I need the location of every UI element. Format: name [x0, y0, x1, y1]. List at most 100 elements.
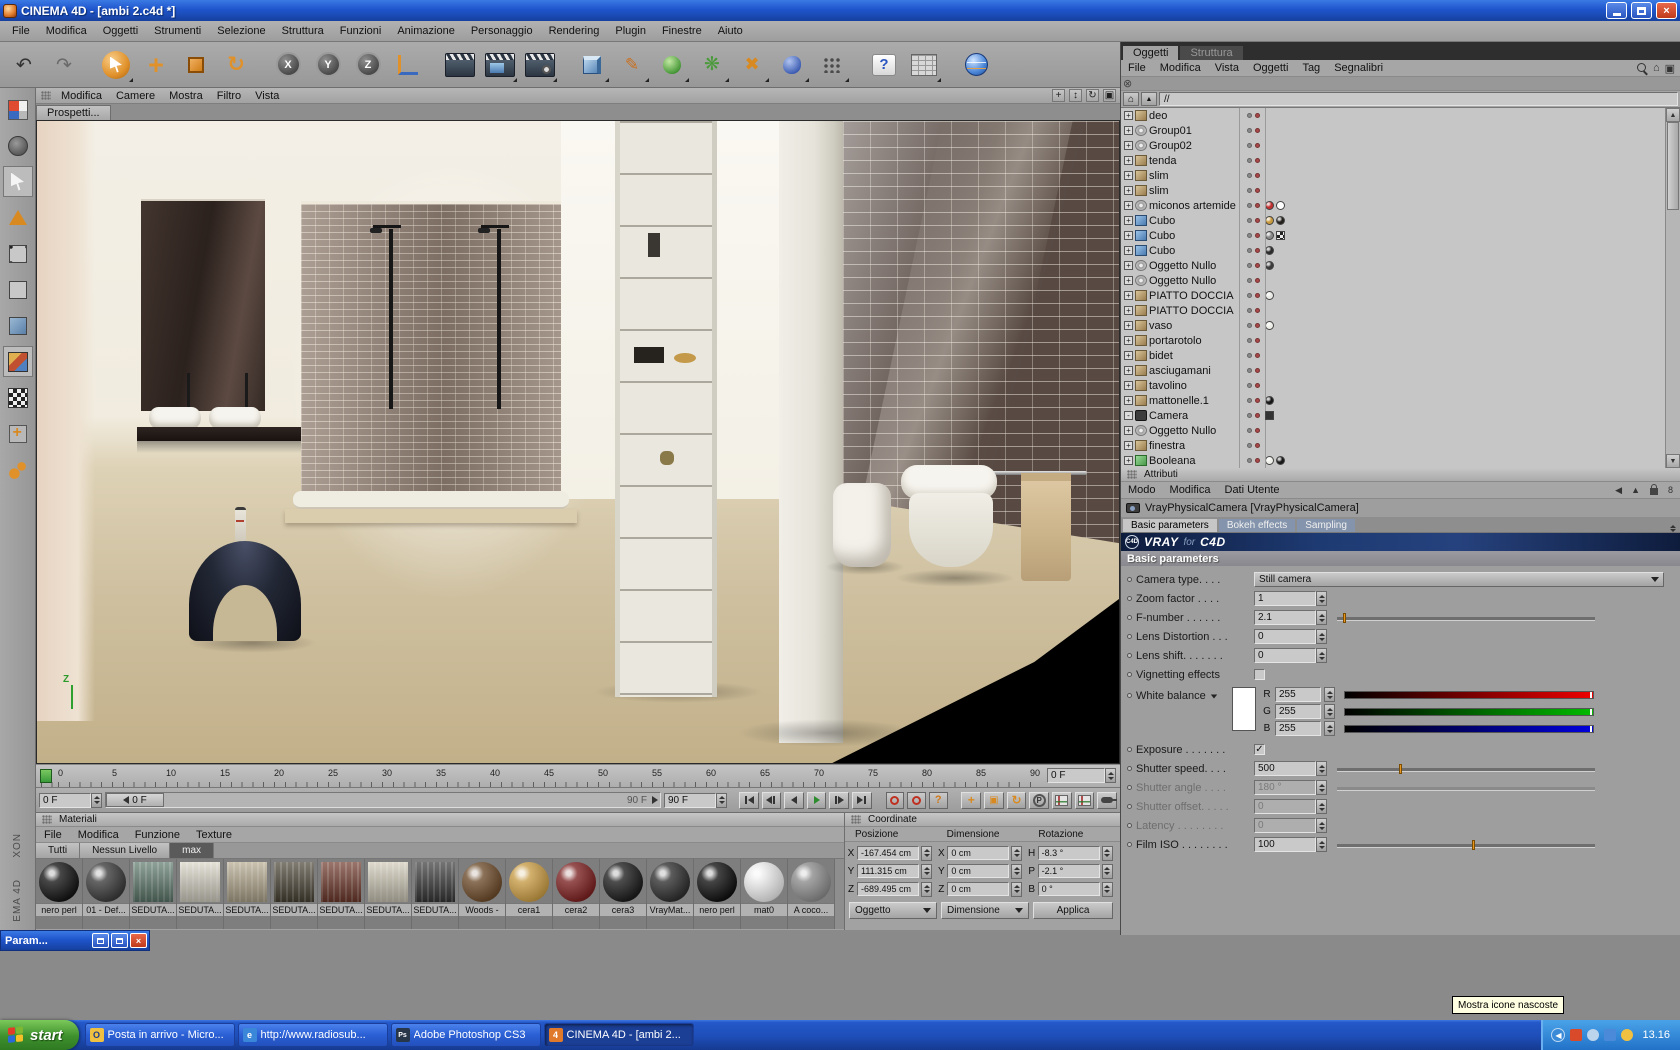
size-y-field[interactable]: 0 cm	[947, 864, 1010, 878]
taskbar-item[interactable]: CINEMA 4D - [ambi 2...	[543, 1023, 694, 1047]
expand-icon[interactable]: +	[1124, 231, 1133, 240]
rotation-h-field[interactable]: -8.3 °	[1037, 846, 1100, 860]
expand-icon[interactable]: +	[1124, 246, 1133, 255]
visibility-dots[interactable]	[1241, 458, 1265, 463]
material-item[interactable]: Woods -	[459, 859, 506, 929]
visibility-dots[interactable]	[1241, 173, 1265, 178]
object-tree-row[interactable]: + vaso	[1121, 318, 1680, 333]
tag-icon[interactable]	[1276, 201, 1285, 210]
object-tags[interactable]	[1265, 246, 1337, 255]
add-deformer-button[interactable]: ✖	[732, 45, 772, 85]
expand-icon[interactable]: +	[1124, 441, 1133, 450]
tag-icon[interactable]	[1265, 291, 1274, 300]
materials-menu-item[interactable]: Funzione	[127, 829, 188, 841]
coordinates-title-bar[interactable]: Coordinate	[845, 813, 1120, 827]
size-z-field[interactable]: 0 cm	[947, 882, 1010, 896]
expand-icon[interactable]: +	[1124, 336, 1133, 345]
tray-icon-volume[interactable]	[1587, 1029, 1600, 1041]
menu-item[interactable]: Rendering	[541, 23, 608, 39]
goto-end-button[interactable]	[852, 791, 872, 809]
tray-icon-update[interactable]	[1621, 1029, 1634, 1041]
lens-distortion-field[interactable]: 0	[1254, 629, 1316, 644]
orbit-view-icon[interactable]: ↻	[1086, 89, 1099, 102]
material-item[interactable]: SEDUTA...	[130, 859, 177, 929]
zoom-factor-field[interactable]: 1	[1254, 591, 1316, 606]
object-tree-row[interactable]: + Oggetto Nullo	[1121, 258, 1680, 273]
object-tree-row[interactable]: + Booleana	[1121, 453, 1680, 468]
frame-stepper[interactable]	[1105, 768, 1116, 783]
add-array-button[interactable]: ❋	[692, 45, 732, 85]
scrub-right-icon[interactable]	[652, 796, 658, 804]
visibility-dots[interactable]	[1241, 263, 1265, 268]
object-space-dropdown[interactable]: Oggetto	[849, 902, 937, 919]
visibility-dots[interactable]	[1241, 293, 1265, 298]
material-item[interactable]: 01 - Def...	[83, 859, 130, 929]
position-y-field[interactable]: 111.315 cm	[857, 864, 919, 878]
texture-axis-button[interactable]	[3, 382, 33, 413]
chevron-down-icon[interactable]	[1210, 694, 1217, 698]
expand-icon[interactable]: +	[1124, 381, 1133, 390]
render-dot[interactable]	[1254, 263, 1260, 268]
scroll-down-icon[interactable]: ▼	[1666, 454, 1680, 468]
render-dot[interactable]	[1254, 428, 1260, 433]
visibility-dots[interactable]	[1241, 353, 1265, 358]
object-tree-row[interactable]: + slim	[1121, 183, 1680, 198]
f-number-slider[interactable]	[1337, 612, 1595, 624]
tag-icon[interactable]	[1265, 246, 1274, 255]
visibility-dots[interactable]	[1241, 383, 1265, 388]
anim-dot-icon[interactable]	[1127, 672, 1132, 677]
editor-dot[interactable]	[1246, 428, 1252, 433]
scroll-up-icon[interactable]: ▲	[1666, 108, 1680, 122]
viewport-menu-item[interactable]: Camere	[109, 90, 162, 102]
add-particles-button[interactable]	[812, 45, 852, 85]
anim-dot-icon[interactable]	[1127, 615, 1132, 620]
apply-button[interactable]: Applica	[1033, 902, 1113, 919]
start-button[interactable]: start	[0, 1020, 79, 1050]
anim-dot-icon[interactable]	[1127, 766, 1132, 771]
f-number-field[interactable]: 2.1	[1254, 610, 1316, 625]
stepper[interactable]	[1316, 761, 1327, 776]
expand-icon[interactable]: +	[1124, 276, 1133, 285]
texture-mode-button[interactable]	[2, 346, 33, 377]
editor-dot[interactable]	[1246, 173, 1252, 178]
tab-all-materials[interactable]: Tutti	[36, 843, 81, 858]
film-iso-field[interactable]: 100	[1254, 837, 1316, 852]
path-up-button[interactable]: ▲	[1141, 92, 1157, 106]
content-browser-button[interactable]	[904, 45, 944, 85]
panel-grip-icon[interactable]	[42, 815, 52, 824]
render-dot[interactable]	[1254, 173, 1260, 178]
anim-dot-icon[interactable]	[1127, 596, 1132, 601]
maximize-button[interactable]	[1631, 2, 1652, 19]
object-tags[interactable]	[1265, 396, 1337, 405]
stepper[interactable]	[1324, 721, 1335, 736]
tray-icon-antivirus[interactable]	[1570, 1029, 1583, 1041]
white-balance-swatch[interactable]	[1232, 687, 1256, 731]
current-frame-field[interactable]: 0 F	[1047, 768, 1116, 783]
object-tags[interactable]	[1265, 321, 1337, 330]
render-dot[interactable]	[1254, 188, 1260, 193]
edges-mode-button[interactable]	[3, 274, 33, 305]
point-edit-button[interactable]	[3, 202, 33, 233]
lock-z-button[interactable]: Z	[348, 45, 388, 85]
param-floating-window[interactable]: Param... ×	[0, 930, 150, 951]
object-menu-item[interactable]: File	[1121, 62, 1153, 74]
position-x-field[interactable]: -167.454 cm	[857, 846, 919, 860]
prev-key-button[interactable]	[761, 791, 782, 809]
panel-corner-icon[interactable]: ▣	[1665, 62, 1675, 75]
editor-dot[interactable]	[1246, 248, 1252, 253]
tag-icon[interactable]	[1265, 216, 1274, 225]
visibility-dots[interactable]	[1241, 143, 1265, 148]
editor-dot[interactable]	[1246, 278, 1252, 283]
size-mode-dropdown[interactable]: Dimensione	[941, 902, 1029, 919]
lens-shift-field[interactable]: 0	[1254, 648, 1316, 663]
close-button[interactable]: ×	[1656, 2, 1677, 19]
expand-icon[interactable]: +	[1124, 126, 1133, 135]
render-dot[interactable]	[1254, 353, 1260, 358]
menu-item[interactable]: Animazione	[389, 23, 462, 39]
editor-dot[interactable]	[1246, 443, 1252, 448]
expand-icon[interactable]: +	[1124, 141, 1133, 150]
shutter-speed-field[interactable]: 500	[1254, 761, 1316, 776]
tag-icon[interactable]	[1265, 396, 1274, 405]
film-iso-slider[interactable]	[1337, 839, 1595, 851]
object-menu-item[interactable]: Vista	[1208, 62, 1246, 74]
